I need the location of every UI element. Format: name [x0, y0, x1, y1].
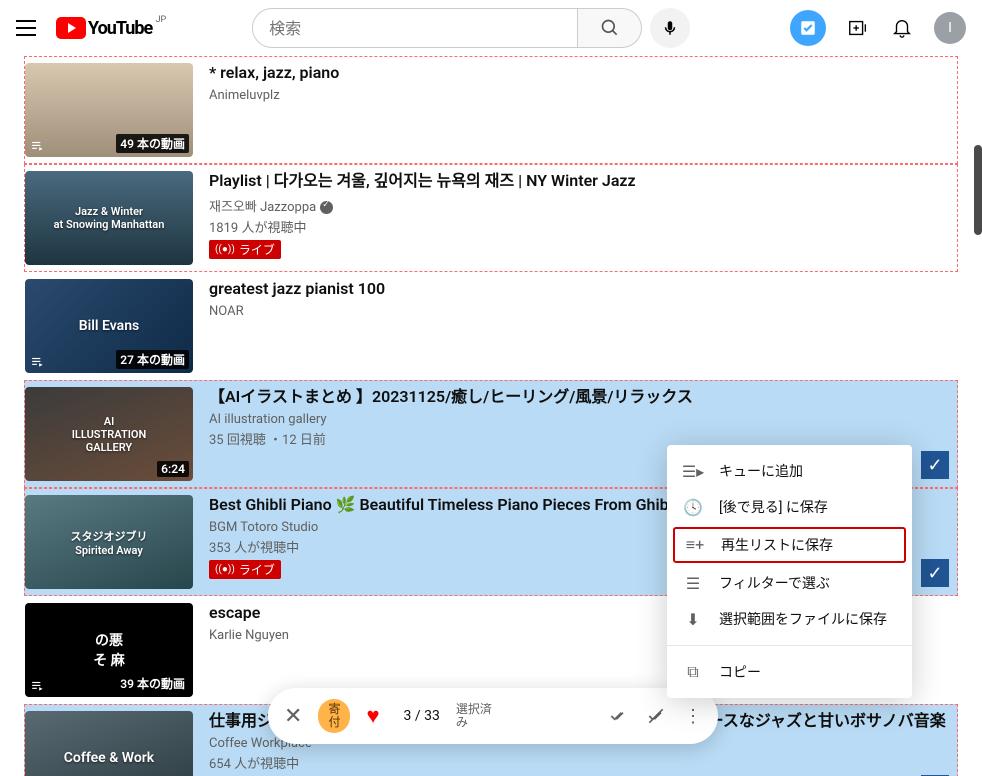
- bar-actions: ⋮: [608, 706, 702, 727]
- video-title: 【AIイラストまとめ 】20231125/癒し/ヒーリング/風景/リラックス: [209, 387, 957, 408]
- search-box: [252, 8, 642, 48]
- live-badge: ライブ: [209, 560, 281, 579]
- channel-name[interactable]: AI illustration gallery: [209, 412, 957, 427]
- context-menu: ☰▸ キューに追加 🕓 [後で見る] に保存 ≡+ 再生リストに保存 ☰ フィルターで選…: [667, 445, 912, 698]
- thumbnail[interactable]: 49 本の動画: [25, 63, 193, 157]
- playlist-count-badge: 39 本の動画: [116, 674, 189, 693]
- menu-label: [後で見る] に保存: [719, 497, 828, 517]
- playlist-icon: [29, 355, 47, 369]
- menu-label: 再生リストに保存: [721, 535, 833, 555]
- thumbnail[interactable]: Coffee & Work: [25, 711, 193, 776]
- list-item[interactable]: Jazz & Winter at Snowing Manhattan Playl…: [24, 164, 958, 272]
- mic-icon: [661, 19, 679, 37]
- voice-search-button[interactable]: [650, 8, 690, 48]
- selected-check-icon[interactable]: ✓: [921, 451, 949, 479]
- logo-text: YouTube: [88, 18, 152, 39]
- channel-name[interactable]: Animeluvplz: [209, 88, 957, 103]
- selection-count: 3 / 33: [404, 708, 440, 724]
- list-item[interactable]: 49 本の動画 * relax, jazz, piano Animeluvplz: [24, 56, 958, 164]
- live-badge: ライブ: [209, 240, 281, 259]
- hamburger-icon[interactable]: [16, 16, 40, 40]
- thumbnail[interactable]: Bill Evans27 本の動画: [25, 279, 193, 373]
- verified-icon: [320, 201, 333, 214]
- channel-name[interactable]: NOAR: [209, 304, 957, 319]
- thumbnail[interactable]: AI ILLUSTRATION GALLERY6:24: [25, 387, 193, 481]
- menu-watch-later[interactable]: 🕓 [後で見る] に保存: [667, 489, 912, 525]
- playlist-count-badge: 49 本の動画: [116, 134, 189, 153]
- clock-icon: 🕓: [683, 497, 703, 517]
- video-title: * relax, jazz, piano: [209, 63, 957, 84]
- thumbnail[interactable]: の悪 そ 麻39 本の動画: [25, 603, 193, 697]
- check-icon: [799, 19, 817, 37]
- header: YouTube JP I: [0, 0, 982, 56]
- header-right: I: [790, 10, 966, 46]
- menu-label: フィルターで選ぶ: [719, 573, 830, 593]
- playlist-icon: [29, 139, 47, 153]
- more-button[interactable]: ⋮: [684, 706, 702, 727]
- search-button[interactable]: [578, 8, 642, 48]
- header-center: [252, 8, 690, 48]
- youtube-logo[interactable]: YouTube JP: [56, 17, 152, 39]
- select-all-button[interactable]: [608, 706, 628, 726]
- copy-icon: ⧉: [683, 662, 703, 682]
- close-button[interactable]: ✕: [284, 704, 302, 729]
- menu-label: 選択範囲をファイルに保存: [719, 609, 887, 629]
- donate-button[interactable]: 寄 付: [318, 699, 350, 733]
- play-icon: [56, 17, 86, 39]
- menu-label: キューに追加: [719, 461, 803, 481]
- menu-copy[interactable]: ⧉ コピー: [667, 654, 912, 690]
- video-meta: greatest jazz pianist 100 NOAR: [209, 279, 957, 373]
- video-meta: Playlist | 다가오는 겨울, 깊어지는 뉴욕의 재즈 | NY Win…: [209, 171, 957, 265]
- queue-icon: ☰▸: [683, 461, 703, 481]
- filter-icon: ☰: [683, 573, 703, 593]
- notifications-button[interactable]: [890, 16, 914, 40]
- thumbnail[interactable]: スタジオジブリ Spirited Away: [25, 495, 193, 589]
- search-input[interactable]: [252, 8, 578, 48]
- selected-check-icon[interactable]: ✓: [921, 559, 949, 587]
- selection-bar: ✕ 寄 付 ♥ 3 / 33 選択済 み ⋮: [268, 688, 718, 744]
- thumbnail[interactable]: Jazz & Winter at Snowing Manhattan: [25, 171, 193, 265]
- avatar-letter: I: [948, 20, 952, 36]
- list-item[interactable]: Bill Evans27 本の動画 greatest jazz pianist …: [24, 272, 958, 380]
- menu-filter[interactable]: ☰ フィルターで選ぶ: [667, 565, 912, 601]
- playlist-add-icon: ≡+: [685, 535, 705, 555]
- video-title: greatest jazz pianist 100: [209, 279, 957, 300]
- channel-name[interactable]: 재즈오빠 Jazzoppa: [209, 196, 957, 215]
- video-title: Playlist | 다가오는 겨울, 깊어지는 뉴욕의 재즈 | NY Win…: [209, 171, 957, 192]
- video-meta: * relax, jazz, piano Animeluvplz: [209, 63, 957, 157]
- video-stats: 1819 人が視聴中: [209, 217, 957, 236]
- deselect-all-button[interactable]: [646, 706, 666, 726]
- video-stats: 654 人が視聴中: [209, 753, 957, 772]
- bell-icon: [891, 17, 913, 39]
- menu-save-file[interactable]: ⬇ 選択範囲をファイルに保存: [667, 601, 912, 637]
- create-icon: [847, 17, 869, 39]
- menu-add-queue[interactable]: ☰▸ キューに追加: [667, 453, 912, 489]
- playlist-count-badge: 27 本の動画: [116, 350, 189, 369]
- download-icon: ⬇: [683, 609, 703, 629]
- search-icon: [600, 18, 620, 38]
- menu-separator: [667, 645, 912, 646]
- selected-label: 選択済 み: [456, 703, 492, 729]
- avatar[interactable]: I: [934, 12, 966, 44]
- region-label: JP: [156, 15, 167, 25]
- heart-icon[interactable]: ♥: [366, 703, 379, 729]
- menu-label: コピー: [719, 662, 761, 682]
- selection-mode-button[interactable]: [790, 10, 826, 46]
- scrollbar[interactable]: [974, 145, 982, 235]
- header-left: YouTube JP: [16, 16, 152, 40]
- create-button[interactable]: [846, 16, 870, 40]
- playlist-icon: [29, 679, 47, 693]
- menu-save-playlist[interactable]: ≡+ 再生リストに保存: [673, 527, 906, 563]
- duration-badge: 6:24: [157, 461, 189, 477]
